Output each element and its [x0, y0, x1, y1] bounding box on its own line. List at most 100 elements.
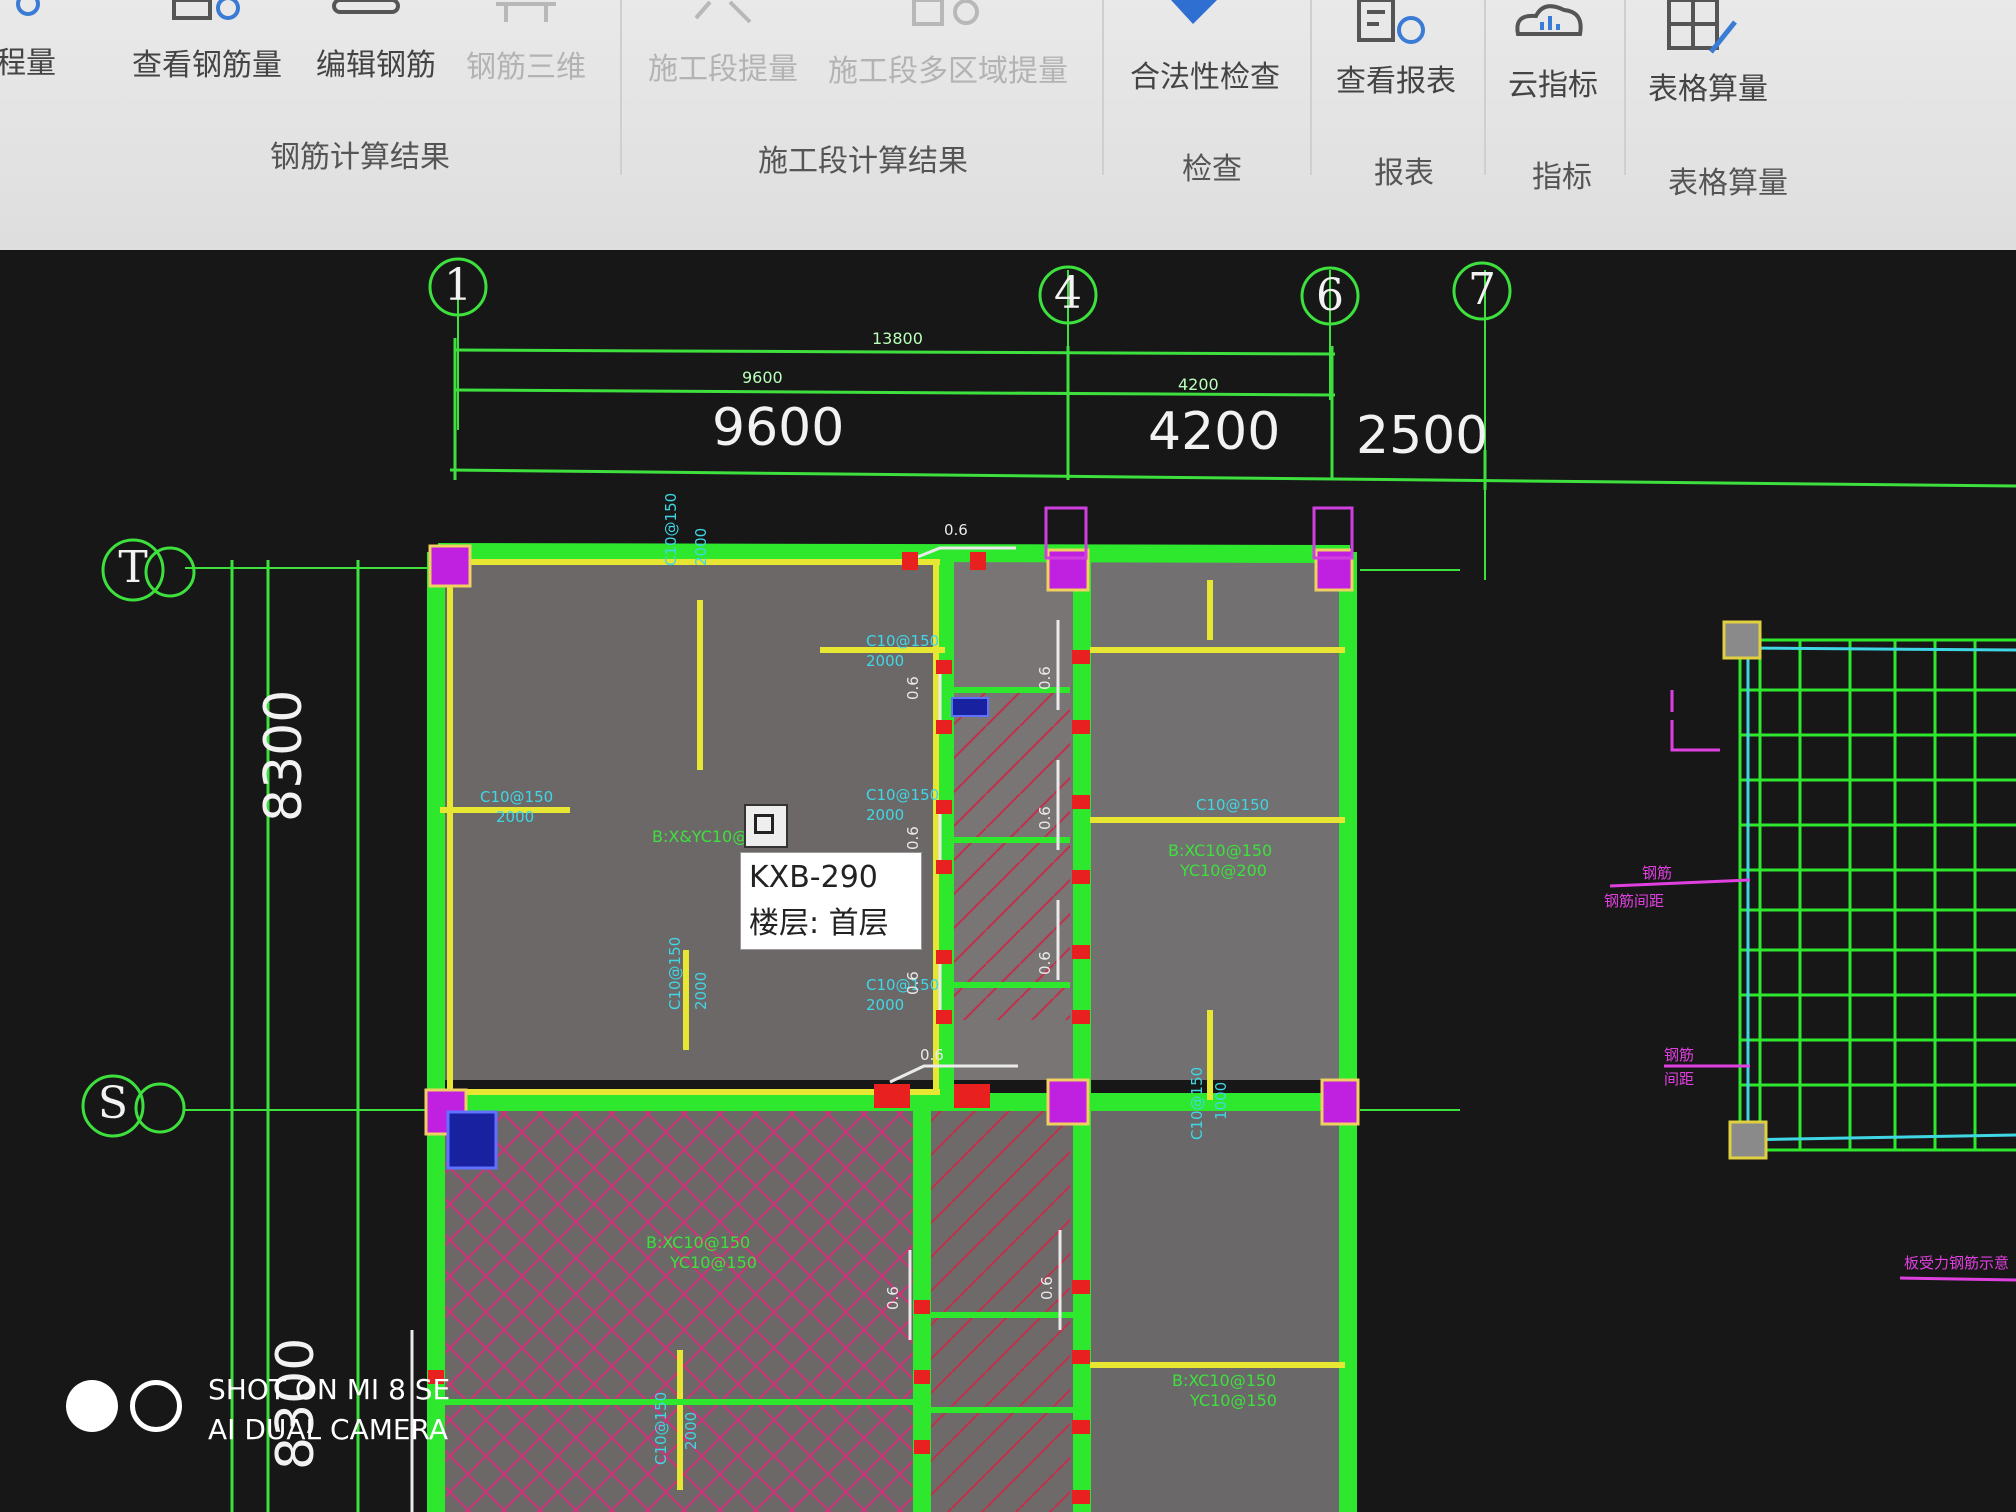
stage-extract-icon — [694, 0, 752, 24]
group-divider — [1484, 0, 1486, 175]
hollow-circle-icon — [130, 1380, 182, 1432]
slab-region-lower-right — [1080, 1098, 1350, 1512]
table-calc-icon — [1667, 0, 1737, 54]
svg-text:0.6: 0.6 — [1036, 806, 1054, 830]
dimension-9600: 9600 — [712, 398, 845, 458]
edit-rebar-button[interactable]: 编辑钢筋 — [316, 40, 436, 84]
floor-plan-drawing: 13800 9600 4200 C10@150 2000 C10@150 200… — [81, 257, 2016, 1512]
group-divider — [620, 0, 622, 175]
svg-text:0.6: 0.6 — [904, 971, 922, 995]
group-label-report: 报表 — [1374, 156, 1434, 191]
stage-extract-button[interactable]: 施工段提量 — [648, 44, 798, 88]
watermark-line-2: AI DUAL CAMERA — [208, 1413, 449, 1446]
filled-circle-icon — [66, 1380, 118, 1432]
svg-text:C10@150: C10@150 — [1196, 796, 1269, 814]
svg-text:C10@150: C10@150 — [866, 786, 939, 804]
svg-text:C10@150: C10@150 — [480, 788, 553, 806]
svg-text:0.6: 0.6 — [904, 676, 922, 700]
svg-text:钢筋间距: 钢筋间距 — [1604, 892, 1664, 910]
svg-text:0.6: 0.6 — [884, 1286, 902, 1310]
cloud-index-icon — [1515, 4, 1583, 36]
tooltip-element-name: KXB-290 — [749, 860, 878, 895]
svg-text:2000: 2000 — [496, 808, 534, 826]
dimension-8300-upper: 8300 — [254, 689, 314, 822]
svg-text:2000: 2000 — [682, 1412, 700, 1450]
view-rebar-button[interactable]: 查看钢筋量 — [132, 40, 282, 84]
rebar-3d-icon — [496, 2, 556, 22]
hatch-area-red — [930, 1106, 1070, 1512]
svg-text:0.6: 0.6 — [1038, 1276, 1056, 1300]
legality-check-button[interactable]: 合法性检查 — [1130, 52, 1280, 96]
dim-small-9600: 9600 — [742, 368, 783, 387]
svg-text:钢筋: 钢筋 — [1664, 1046, 1694, 1064]
dim-small-13800: 13800 — [872, 329, 923, 348]
svg-text:C10@150: C10@150 — [662, 493, 680, 566]
svg-text:C10@150: C10@150 — [866, 976, 939, 994]
ribbon-toolbar: 工程量 查看钢筋量 编辑钢筋 钢筋三维 施工段提量 施工段多区域提量 合法性检查… — [0, 0, 2016, 252]
cloud-index-button[interactable]: 云指标 — [1508, 60, 1598, 104]
column-marker — [1046, 1078, 1090, 1126]
svg-text:2000: 2000 — [866, 806, 904, 824]
legality-check-icon — [1171, 0, 1217, 24]
element-tooltip: KXB-290 楼层: 首层 — [740, 852, 922, 950]
svg-text:YC10@150: YC10@150 — [1189, 1391, 1277, 1410]
axis-label-T: T — [118, 542, 148, 593]
group-divider — [1102, 0, 1104, 175]
column-marker — [428, 544, 472, 588]
svg-text:YC10@200: YC10@200 — [1179, 861, 1267, 880]
edit-rebar-icon — [332, 0, 400, 14]
svg-text:0.6: 0.6 — [920, 1046, 944, 1064]
tooltip-floor: 楼层: 首层 — [749, 906, 889, 941]
axis-label-1: 1 — [444, 260, 472, 311]
project-quantity-button[interactable]: 工程量 — [0, 38, 56, 82]
watermark-text: SHOT ON MI 8 SE AI DUAL CAMERA — [208, 1370, 450, 1450]
group-label-rebar-result: 钢筋计算结果 — [270, 140, 450, 175]
group-label-stage-result: 施工段计算结果 — [758, 144, 968, 179]
watermark-line-1: SHOT ON MI 8 SE — [208, 1373, 451, 1406]
table-calc-button[interactable]: 表格算量 — [1648, 64, 1768, 108]
project-quantity-icon — [16, 0, 40, 16]
column-marker — [1320, 1078, 1360, 1126]
svg-text:2000: 2000 — [866, 652, 904, 670]
svg-text:板受力钢筋示意: 板受力钢筋示意 — [1904, 1254, 2009, 1272]
axis-label-7: 7 — [1468, 264, 1496, 315]
svg-text:B:XC10@150: B:XC10@150 — [646, 1233, 750, 1252]
group-divider — [1624, 0, 1626, 175]
svg-text:B:XC10@150: B:XC10@150 — [1172, 1371, 1276, 1390]
group-label-index: 指标 — [1532, 160, 1592, 195]
stage-multi-icon — [912, 0, 979, 26]
svg-text:2000: 2000 — [692, 528, 710, 566]
stage-multi-area-button[interactable]: 施工段多区域提量 — [828, 46, 1068, 90]
svg-text:钢筋: 钢筋 — [1642, 864, 1672, 882]
axis-label-S: S — [97, 1078, 129, 1129]
svg-text:B:XC10@150: B:XC10@150 — [1168, 841, 1272, 860]
group-label-check: 检查 — [1182, 152, 1242, 187]
drawing-canvas[interactable]: 13800 9600 4200 C10@150 2000 C10@150 200… — [0, 250, 2016, 1512]
svg-text:0.6: 0.6 — [1036, 951, 1054, 975]
view-report-button[interactable]: 查看报表 — [1336, 56, 1456, 100]
dimension-4200: 4200 — [1148, 402, 1281, 462]
svg-text:0.6: 0.6 — [904, 826, 922, 850]
view-report-icon — [1357, 0, 1425, 44]
svg-text:YC10@150: YC10@150 — [669, 1253, 757, 1272]
svg-text:间距: 间距 — [1664, 1070, 1694, 1088]
svg-text:0.6: 0.6 — [1036, 666, 1054, 690]
svg-text:C10@150: C10@150 — [1188, 1067, 1206, 1140]
svg-text:2000: 2000 — [866, 996, 904, 1014]
axis-label-4: 4 — [1054, 268, 1082, 319]
svg-text:C10@150: C10@150 — [866, 632, 939, 650]
selection-target-icon[interactable] — [744, 804, 788, 848]
view-rebar-icon — [172, 0, 240, 20]
svg-text:2000: 2000 — [692, 972, 710, 1010]
group-divider — [1310, 0, 1312, 175]
group-label-table-calc: 表格算量 — [1668, 166, 1788, 201]
dim-small-4200: 4200 — [1178, 375, 1219, 394]
rebar-3d-button[interactable]: 钢筋三维 — [466, 42, 586, 86]
axis-label-6: 6 — [1316, 270, 1344, 321]
svg-text:C10@150: C10@150 — [666, 937, 684, 1010]
column-marker — [1314, 548, 1354, 592]
column-marker — [1046, 548, 1090, 592]
dimension-2500: 2500 — [1356, 406, 1489, 466]
svg-text:0.6: 0.6 — [944, 521, 968, 539]
svg-text:C10@150: C10@150 — [652, 1392, 670, 1465]
